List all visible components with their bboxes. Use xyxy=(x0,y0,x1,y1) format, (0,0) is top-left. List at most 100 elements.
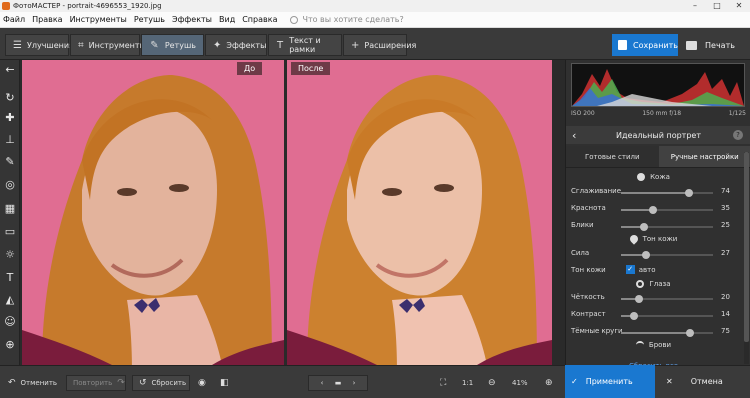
slider-knob[interactable] xyxy=(640,223,648,231)
eye-preview-icon: ◉ xyxy=(198,378,206,388)
menu-retouch[interactable]: Ретушь xyxy=(134,15,165,24)
menu-effects[interactable]: Эффекты xyxy=(172,15,212,24)
check-icon: ✓ xyxy=(571,377,578,386)
brush-tool-icon[interactable]: ✎ xyxy=(3,155,17,169)
redo-button[interactable]: Повторить ↷ xyxy=(66,375,126,391)
undo-icon: ↶ xyxy=(8,378,16,388)
menu-edit[interactable]: Правка xyxy=(32,15,62,24)
stamp-icon[interactable]: ⊥ xyxy=(3,133,17,147)
save-button[interactable]: Сохранить xyxy=(612,34,678,56)
tab-retouch[interactable]: ✎ Ретушь xyxy=(141,34,204,56)
plus-icon: + xyxy=(351,39,360,51)
maximize-icon[interactable]: □ xyxy=(706,0,728,12)
bandage-icon[interactable]: ✚ xyxy=(3,111,17,125)
after-label: После xyxy=(291,62,331,75)
search-placeholder: Что вы хотите сделать? xyxy=(302,15,404,24)
radial-icon[interactable]: ◎ xyxy=(3,178,17,192)
skin-tone-auto-row: Тон кожи ✓ авто xyxy=(571,265,656,274)
tab-tools[interactable]: ⌗ Инструменты xyxy=(70,34,146,56)
drop-icon xyxy=(627,233,640,245)
back-arrow-icon[interactable]: ← xyxy=(3,63,17,77)
magic-wand-icon: ✦ xyxy=(213,39,222,51)
reset-icon: ↺ xyxy=(139,378,147,388)
lifebuoy-icon[interactable]: ⊕ xyxy=(3,338,17,352)
menu-tools[interactable]: Инструменты xyxy=(70,15,127,24)
exif-info: ISO 200 150 mm f/18 1/125 xyxy=(571,110,746,117)
tab-text-frames[interactable]: T Текст и рамки xyxy=(268,34,342,56)
section-brows: Брови xyxy=(566,341,741,349)
minimize-icon[interactable]: – xyxy=(684,0,706,12)
eye-toggle[interactable]: ◉ xyxy=(198,375,211,391)
zoom-out-button[interactable]: ⊖ xyxy=(488,375,501,391)
exif-iso: ISO 200 xyxy=(571,110,595,117)
tab-manual[interactable]: Ручные настройки xyxy=(658,146,750,168)
panel-scrollbar[interactable] xyxy=(744,152,749,364)
exif-lens: 150 mm f/18 xyxy=(642,110,682,117)
print-button[interactable]: Печать xyxy=(682,34,744,56)
compare-toggle[interactable]: ◧ xyxy=(220,375,234,391)
undo-button[interactable]: ↶ Отменить xyxy=(8,375,57,391)
zoom-in-button[interactable]: ⊕ xyxy=(545,375,558,391)
title-bar: ФотоМАСТЕР - portrait-4696553_1920.jpg –… xyxy=(0,0,750,12)
auto-checkbox[interactable]: ✓ xyxy=(625,265,635,274)
back-chevron-icon[interactable]: ‹ xyxy=(572,129,576,142)
slider-knob[interactable] xyxy=(635,295,644,303)
slider-knob[interactable] xyxy=(686,329,694,337)
help-icon[interactable]: ? xyxy=(733,130,743,140)
slider-highlights[interactable]: Блики 25 xyxy=(571,220,741,232)
folder-icon[interactable]: ▬ xyxy=(335,379,342,387)
menu-help[interactable]: Справка xyxy=(242,15,277,24)
close-icon[interactable]: ✕ xyxy=(728,0,750,12)
light-icon[interactable]: ☼ xyxy=(3,248,17,262)
main-toolbar: ☰ Улучшения ⌗ Инструменты ✎ Ретушь ✦ Эфф… xyxy=(0,28,750,60)
skin-icon xyxy=(637,173,646,181)
tab-effects[interactable]: ✦ Эффекты xyxy=(205,34,267,56)
tab-presets[interactable]: Готовые стили xyxy=(566,146,659,168)
section-eyes: Глаза xyxy=(566,280,741,288)
prev-icon[interactable]: ‹ xyxy=(321,379,324,387)
right-panel: ISO 200 150 mm f/18 1/125 ‹ Идеальный по… xyxy=(565,60,750,370)
reset-button[interactable]: ↺ Сбросить xyxy=(132,375,190,391)
search-field[interactable]: Что вы хотите сделать? xyxy=(290,15,404,24)
slider-knob[interactable] xyxy=(641,251,650,259)
slider-sharpness[interactable]: Чёткость 20 xyxy=(571,292,741,304)
rotate-icon[interactable]: ↻ xyxy=(3,91,17,105)
redo-icon: ↷ xyxy=(117,378,125,388)
slider-smoothing[interactable]: Сглаживание 74 xyxy=(571,186,741,198)
frame-icon[interactable]: ▭ xyxy=(3,225,17,239)
text-tool-icon[interactable]: T xyxy=(3,271,17,285)
slider-strength[interactable]: Сила 27 xyxy=(571,248,741,260)
slider-knob[interactable] xyxy=(629,312,638,320)
close-x-icon: ✕ xyxy=(666,377,673,386)
slider-knob[interactable] xyxy=(649,206,658,214)
apply-button[interactable]: ✓ Применить xyxy=(565,365,655,398)
fit-screen-icon: ⛶ xyxy=(440,378,447,388)
ratio-button[interactable]: 1:1 xyxy=(462,375,473,391)
left-tool-strip: ← ↻ ✚ ⊥ ✎ ◎ ▦ ▭ ☼ T ◭ ☺ ⊕ xyxy=(0,60,20,365)
slider-dark-circles[interactable]: Тёмные круги 75 xyxy=(571,326,741,338)
next-icon[interactable]: › xyxy=(353,379,356,387)
brush-icon: ✎ xyxy=(150,39,159,51)
canvas-area: До После xyxy=(20,60,565,365)
tab-extensions[interactable]: + Расширения xyxy=(343,34,416,56)
crop-icon: ⌗ xyxy=(78,39,84,51)
split-view-icon: ◧ xyxy=(220,378,229,388)
menu-file[interactable]: Файл xyxy=(3,15,25,24)
menu-view[interactable]: Вид xyxy=(219,15,235,24)
brow-icon xyxy=(635,341,644,349)
slider-knob[interactable] xyxy=(685,189,694,197)
slider-redness[interactable]: Краснота 35 xyxy=(571,203,741,215)
before-photo[interactable]: До xyxy=(22,60,284,365)
slider-contrast[interactable]: Контраст 14 xyxy=(571,309,741,321)
window-title: ФотоМАСТЕР - portrait-4696553_1920.jpg xyxy=(13,2,162,10)
gradient-icon[interactable]: ▦ xyxy=(3,202,17,216)
before-label: До xyxy=(237,62,263,75)
tab-enhancements[interactable]: ☰ Улучшения xyxy=(5,34,74,56)
search-icon xyxy=(290,15,299,24)
cancel-button[interactable]: ✕ Отмена xyxy=(660,365,750,398)
after-photo[interactable]: После xyxy=(287,60,552,365)
zoom-in-icon: ⊕ xyxy=(545,378,553,388)
fill-icon[interactable]: ◭ xyxy=(3,293,17,307)
fit-screen-button[interactable]: ⛶ xyxy=(440,375,451,391)
face-icon[interactable]: ☺ xyxy=(3,315,17,329)
